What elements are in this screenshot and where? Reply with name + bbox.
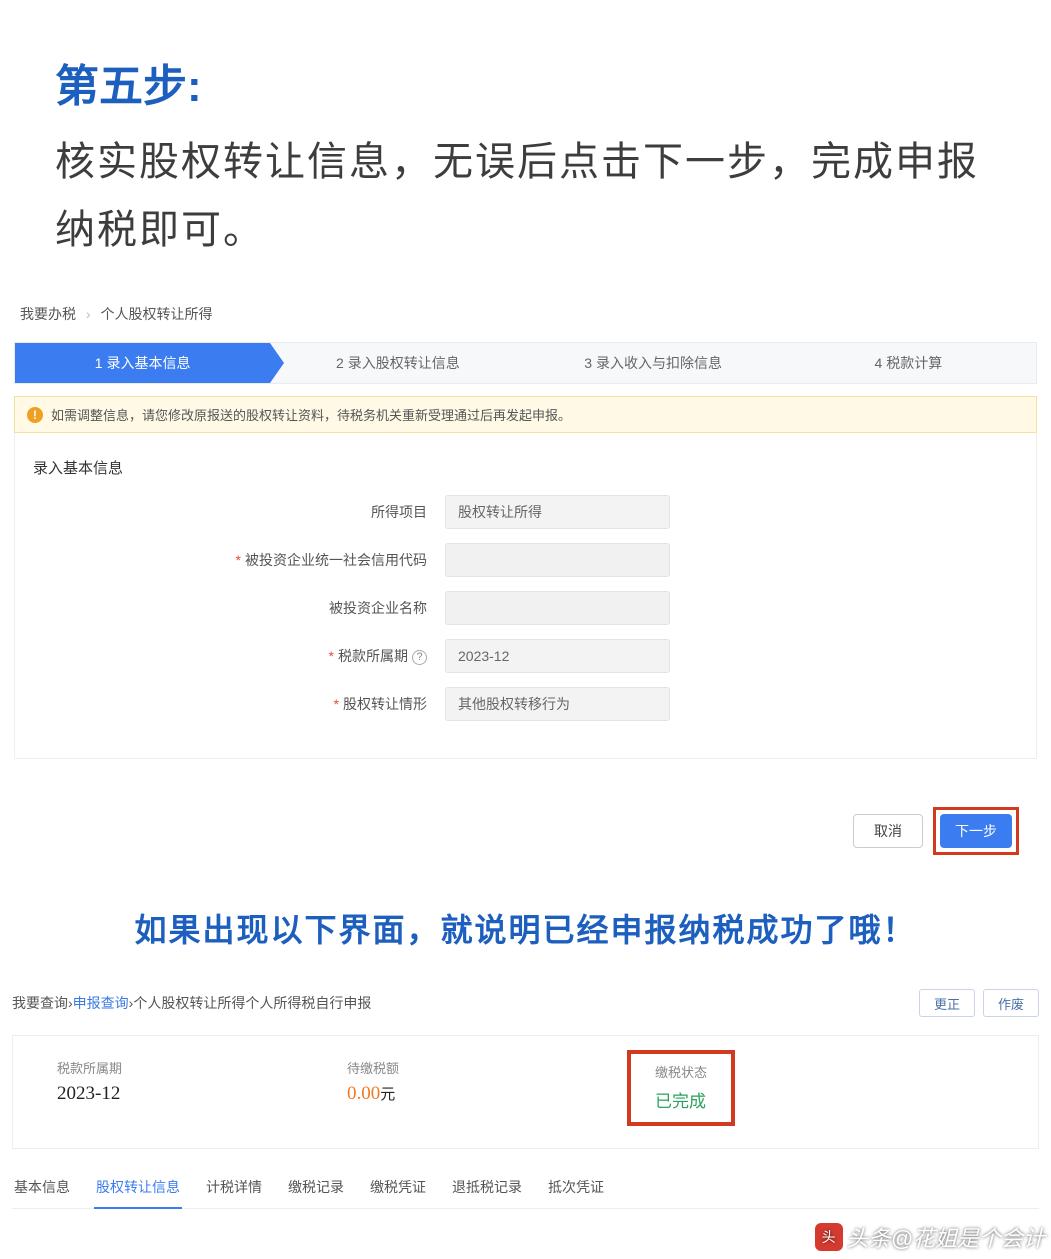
- section-title: 录入基本信息: [15, 433, 1036, 488]
- watermark-text: 头条@花姐是个会计: [847, 1221, 1045, 1253]
- app-screenshot-2: 我要查询 › 申报查询 › 个人股权转让所得个人所得税自行申报 更正 作废 税款…: [0, 979, 1051, 1209]
- label-transfer-type: *股权转让情形: [15, 694, 445, 714]
- step-title: 第五步:: [55, 50, 996, 114]
- correct-button[interactable]: 更正: [919, 989, 975, 1017]
- form-row-credit-code: *被投资企业统一社会信用代码: [15, 536, 1036, 584]
- input-transfer-type[interactable]: 其他股权转移行为: [445, 687, 670, 721]
- instruction-block: 第五步: 核实股权转让信息，无误后点击下一步，完成申报纳税即可。: [0, 0, 1051, 294]
- amount-value: 0.00: [347, 1083, 380, 1104]
- button-row: 取消 下一步: [14, 759, 1037, 865]
- input-income-item[interactable]: 股权转让所得: [445, 495, 670, 529]
- label-tax-period: *税款所属期?: [15, 646, 445, 666]
- summary-status: 缴税状态 已完成: [627, 1058, 735, 1126]
- form-row-transfer-type: *股权转让情形 其他股权转移行为: [15, 680, 1036, 728]
- breadcrumb2-current: 个人股权转让所得个人所得税自行申报: [133, 993, 371, 1013]
- tab-refund-record[interactable]: 退抵税记录: [450, 1171, 524, 1208]
- success-message: 如果出现以下界面，就说明已经申报纳税成功了哦！: [0, 865, 1051, 979]
- detail-tabs: 基本信息 股权转让信息 计税详情 缴税记录 缴税凭证 退抵税记录 抵次凭证: [12, 1171, 1039, 1209]
- wizard-step-1[interactable]: 1 录入基本信息: [15, 343, 270, 383]
- label-company-name: 被投资企业名称: [15, 598, 445, 618]
- highlight-box: 下一步: [933, 807, 1019, 855]
- void-button[interactable]: 作废: [983, 989, 1039, 1017]
- status-label: 缴税状态: [655, 1062, 707, 1081]
- status-value: 已完成: [655, 1087, 707, 1112]
- toutiao-icon: 头: [815, 1223, 843, 1251]
- input-tax-period[interactable]: 2023-12: [445, 639, 670, 673]
- chevron-right-icon: ›: [86, 306, 91, 322]
- app-screenshot-1: 我要办税 › 个人股权转让所得 1 录入基本信息 2 录入股权转让信息 3 录入…: [0, 294, 1051, 865]
- watermark: 头 头条@花姐是个会计: [815, 1221, 1045, 1253]
- next-button[interactable]: 下一步: [940, 814, 1012, 848]
- alert-banner: ! 如需调整信息，请您修改原报送的股权转让资料，待税务机关重新受理通过后再发起申…: [14, 396, 1037, 433]
- label-income-item: 所得项目: [15, 502, 445, 522]
- help-icon[interactable]: ?: [412, 650, 427, 665]
- form-row-company-name: 被投资企业名称: [15, 584, 1036, 632]
- summary-card: 税款所属期 2023-12 待缴税额 0.00元 缴税状态 已完成: [12, 1035, 1039, 1149]
- form-row-tax-period: *税款所属期? 2023-12: [15, 632, 1036, 680]
- alert-text: 如需调整信息，请您修改原报送的股权转让资料，待税务机关重新受理通过后再发起申报。: [51, 405, 571, 424]
- amount-unit: 元: [380, 1086, 395, 1103]
- wizard-step-2[interactable]: 2 录入股权转让信息: [270, 343, 525, 383]
- tab-offset-cert[interactable]: 抵次凭证: [546, 1171, 606, 1208]
- label-credit-code: *被投资企业统一社会信用代码: [15, 550, 445, 570]
- tab-transfer-info[interactable]: 股权转让信息: [94, 1171, 182, 1209]
- warning-icon: !: [27, 407, 43, 423]
- breadcrumb-current: 个人股权转让所得: [100, 306, 212, 322]
- tab-basic-info[interactable]: 基本信息: [12, 1171, 72, 1208]
- tab-pay-cert[interactable]: 缴税凭证: [368, 1171, 428, 1208]
- form-row-income-item: 所得项目 股权转让所得: [15, 488, 1036, 536]
- amount-label: 待缴税额: [347, 1058, 627, 1077]
- wizard-step-3[interactable]: 3 录入收入与扣除信息: [526, 343, 781, 383]
- step-description: 核实股权转让信息，无误后点击下一步，完成申报纳税即可。: [55, 128, 996, 264]
- breadcrumb-2: 我要查询 › 申报查询 › 个人股权转让所得个人所得税自行申报 更正 作废: [0, 979, 1051, 1035]
- input-company-name[interactable]: [445, 591, 670, 625]
- breadcrumb2-link[interactable]: 申报查询: [73, 993, 129, 1013]
- wizard-step-4[interactable]: 4 税款计算: [781, 343, 1036, 383]
- highlight-box-status: 缴税状态 已完成: [627, 1050, 735, 1126]
- form-panel: 录入基本信息 所得项目 股权转让所得 *被投资企业统一社会信用代码 被投资企业名…: [14, 433, 1037, 759]
- period-label: 税款所属期: [57, 1058, 347, 1077]
- summary-period: 税款所属期 2023-12: [57, 1058, 347, 1105]
- tab-pay-record[interactable]: 缴税记录: [286, 1171, 346, 1208]
- breadcrumb2-root[interactable]: 我要查询: [12, 993, 68, 1013]
- input-credit-code[interactable]: [445, 543, 670, 577]
- breadcrumb: 我要办税 › 个人股权转让所得: [14, 294, 1037, 342]
- wizard-steps: 1 录入基本信息 2 录入股权转让信息 3 录入收入与扣除信息 4 税款计算: [14, 342, 1037, 384]
- cancel-button[interactable]: 取消: [853, 814, 923, 848]
- breadcrumb-root[interactable]: 我要办税: [20, 306, 76, 322]
- summary-amount: 待缴税额 0.00元: [347, 1058, 627, 1105]
- period-value: 2023-12: [57, 1083, 347, 1105]
- tab-tax-detail[interactable]: 计税详情: [204, 1171, 264, 1208]
